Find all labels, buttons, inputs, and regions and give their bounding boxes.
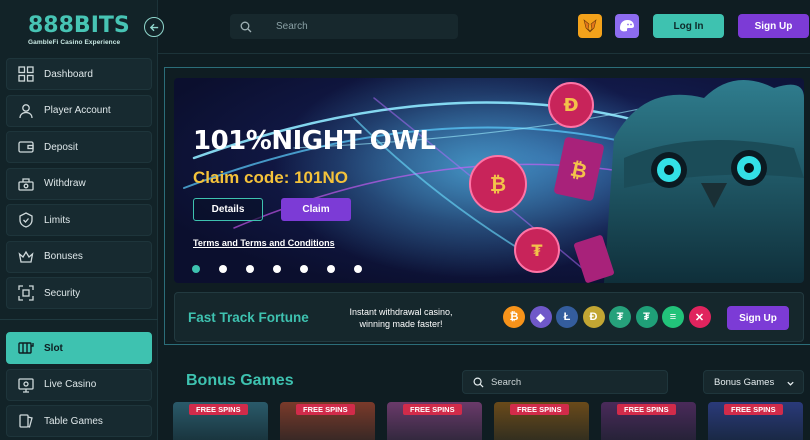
crypto-coin-list: ₿ ◆ Ł Ð ₮ ₮ ≡ ✕ [503, 306, 715, 328]
arrow-left-icon [149, 23, 158, 31]
metamask-icon [583, 19, 597, 33]
litecoin-icon: Ł [556, 306, 578, 328]
xrp-icon: ✕ [688, 306, 711, 328]
signup-button[interactable]: Sign Up [738, 14, 809, 38]
sidebar-item-security[interactable]: Security [6, 277, 152, 309]
sidebar-nav: Dashboard Player Account Deposit Withdra… [0, 58, 158, 440]
wallet-icon [17, 138, 35, 156]
fast-track-banner: Fast Track Fortune Instant withdrawal ca… [174, 292, 804, 342]
carousel-dot[interactable] [192, 265, 200, 273]
fast-track-subtitle: Instant withdrawal casino, winning made … [349, 307, 453, 329]
sidebar-item-bonuses[interactable]: Bonuses [6, 240, 152, 273]
sidebar-item-dashboard[interactable]: Dashboard [6, 58, 152, 90]
carousel-dot[interactable] [273, 265, 281, 273]
game-tile[interactable]: FREE SPINS [280, 402, 375, 440]
sidebar-item-label: Security [44, 287, 81, 299]
game-tile[interactable]: FREE SPINS [601, 402, 696, 440]
free-spins-badge: FREE SPINS [189, 404, 248, 415]
games-search-input[interactable]: Search [462, 370, 668, 394]
bonus-games-title: Bonus Games [186, 372, 294, 389]
sidebar: 888BITS GambleFi Casino Experience Dashb… [0, 0, 158, 440]
security-icon [17, 284, 35, 302]
details-button[interactable]: Details [193, 198, 263, 221]
svg-text:₮: ₮ [531, 241, 542, 260]
game-tiles: FREE SPINS FREE SPINS FREE SPINS FREE SPINS… [173, 402, 810, 440]
banner-title: 101%NIGHT OWL [193, 126, 436, 156]
game-tile[interactable]: FREE SPINS [708, 402, 803, 440]
free-spins-badge: FREE SPINS [510, 404, 569, 415]
sidebar-item-label: Bonuses [44, 251, 83, 262]
search-icon [473, 377, 484, 388]
top-header: Search Log In Sign Up [158, 0, 810, 54]
sidebar-item-deposit[interactable]: Deposit [6, 131, 152, 163]
sidebar-item-player-account[interactable]: Player Account [6, 94, 152, 127]
sidebar-item-label: Dashboard [44, 68, 93, 80]
carousel-dot[interactable] [246, 265, 254, 273]
sidebar-item-label: Slot [44, 342, 63, 354]
phantom-button[interactable] [615, 14, 639, 38]
solana-icon: ≡ [662, 306, 684, 328]
usdt-icon: ₮ [609, 306, 631, 328]
chevron-down-icon [787, 381, 794, 386]
free-spins-badge: FREE SPINS [724, 404, 783, 415]
grid-icon [17, 65, 35, 83]
logo-tagline: GambleFi Casino Experience [28, 39, 121, 46]
free-spins-badge: FREE SPINS [403, 404, 462, 415]
game-tile[interactable]: FREE SPINS [494, 402, 589, 440]
sidebar-item-slot[interactable]: Slot [6, 332, 152, 364]
carousel-dot[interactable] [354, 265, 362, 273]
games-category-value: Bonus Games [714, 376, 775, 388]
svg-text:Ð: Ð [563, 95, 578, 116]
tron-icon: ₮ [635, 306, 658, 328]
ethereum-icon: ◆ [529, 306, 552, 328]
sidebar-item-label: Deposit [44, 141, 78, 153]
sidebar-item-label: Player Account [44, 105, 111, 116]
cash-icon [17, 175, 35, 193]
sidebar-item-withdraw[interactable]: Withdraw [6, 167, 152, 200]
sidebar-item-label: Table Games [44, 415, 103, 427]
svg-text:₿: ₿ [490, 172, 506, 196]
games-search-placeholder: Search [491, 376, 522, 388]
sidebar-divider [0, 319, 158, 320]
sidebar-item-label: Withdraw [44, 178, 86, 189]
free-spins-badge: FREE SPINS [617, 404, 676, 415]
logo[interactable]: 888BITS GambleFi Casino Experience [28, 13, 132, 47]
sidebar-item-label: Limits [44, 214, 71, 226]
limits-icon [17, 211, 35, 229]
carousel-dot[interactable] [219, 265, 227, 273]
user-icon [17, 102, 35, 120]
sidebar-item-label: Live Casino [44, 379, 97, 390]
claim-button[interactable]: Claim [281, 198, 351, 221]
free-spins-badge: FREE SPINS [296, 404, 355, 415]
search-input[interactable]: Search [230, 14, 458, 39]
carousel-dot[interactable] [327, 265, 335, 273]
game-tile[interactable]: FREE SPINS [387, 402, 482, 440]
live-icon [17, 376, 35, 394]
slot-icon [17, 339, 35, 357]
metamask-button[interactable] [578, 14, 602, 38]
promo-banner[interactable]: Ð ₿ ₮ ₿ 101%NIGHT OWL Claim code: 101NO … [174, 78, 804, 283]
games-category-select[interactable]: Bonus Games [703, 370, 804, 394]
crown-icon [17, 248, 35, 266]
fast-track-signup-button[interactable]: Sign Up [727, 306, 789, 330]
search-icon [240, 21, 252, 32]
sidebar-item-limits[interactable]: Limits [6, 204, 152, 236]
sidebar-item-live-casino[interactable]: Live Casino [6, 368, 152, 401]
banner-claim-code: Claim code: 101NO [193, 168, 348, 187]
cards-icon [17, 412, 35, 430]
phantom-icon [620, 20, 634, 32]
search-placeholder: Search [276, 21, 308, 32]
game-tile[interactable]: FREE SPINS [173, 402, 268, 440]
carousel-dot[interactable] [300, 265, 308, 273]
carousel-dots [192, 265, 381, 273]
terms-link[interactable]: Terms and Terms and Conditions [193, 238, 335, 248]
dogecoin-icon: Ð [582, 306, 605, 328]
sidebar-item-table-games[interactable]: Table Games [6, 405, 152, 437]
fast-track-title: Fast Track Fortune [188, 310, 309, 325]
collapse-sidebar-button[interactable] [144, 17, 164, 37]
login-button[interactable]: Log In [653, 14, 724, 38]
bitcoin-icon: ₿ [503, 306, 525, 328]
logo-wordmark: 888BITS [28, 13, 130, 38]
